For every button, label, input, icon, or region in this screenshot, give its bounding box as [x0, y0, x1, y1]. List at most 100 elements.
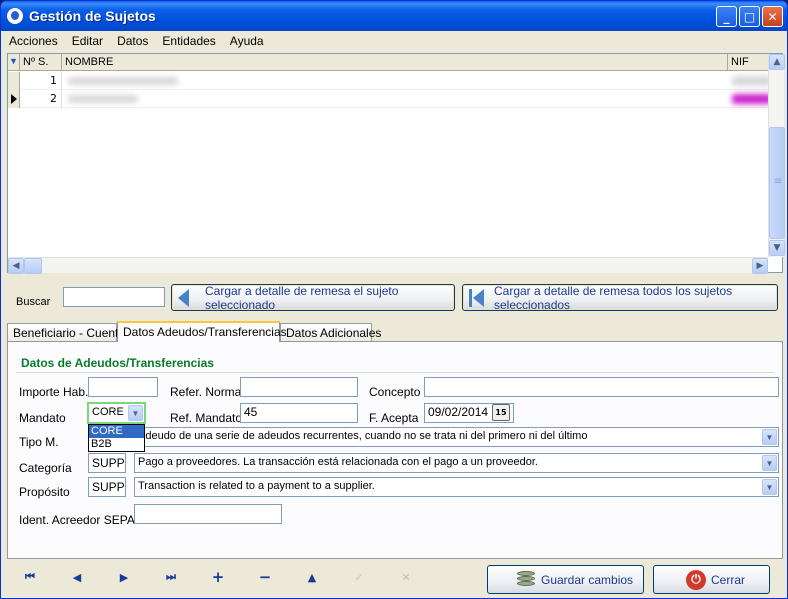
save-button[interactable]: Guardar cambios: [487, 565, 644, 594]
next-record-icon[interactable]: ▶: [112, 567, 136, 587]
tab-datos-adeudos[interactable]: Datos Adeudos/Transferencias: [117, 321, 287, 342]
menu-acciones[interactable]: Acciones: [5, 34, 64, 48]
insert-record-icon[interactable]: +: [206, 567, 230, 587]
arrow-left-icon: [178, 288, 189, 307]
concepto-input[interactable]: [424, 377, 779, 397]
menu-ayuda[interactable]: Ayuda: [226, 34, 270, 48]
tipo-label: Tipo M.: [19, 435, 59, 449]
categoria-label: Categoría: [19, 461, 72, 475]
post-record-icon[interactable]: ✓: [347, 567, 371, 587]
ref-mandato-label: Ref. Mandato: [170, 411, 243, 425]
load-all-label: Cargar a detalle de remesa todos los suj…: [494, 283, 733, 312]
ref-mandato-input[interactable]: 45: [240, 403, 358, 423]
table-row[interactable]: 2: [8, 90, 772, 108]
chevron-down-icon[interactable]: ▼: [762, 429, 777, 445]
row-nif-redacted: [732, 76, 772, 86]
tab-beneficiario[interactable]: Beneficiario - Cuenta: [7, 323, 125, 341]
refer-norma-input[interactable]: [240, 377, 358, 397]
concepto-label: Concepto: [369, 385, 421, 399]
scroll-thumb[interactable]: [769, 127, 785, 239]
tab-datos-adicionales[interactable]: Datos Adicionales: [280, 323, 381, 341]
mandato-option-core[interactable]: CORE: [89, 425, 144, 438]
row-name-redacted: [68, 95, 138, 103]
main-window: Gestión de Sujetos _ □ ✕ Acciones Editar…: [0, 0, 788, 599]
row-nif-redacted: [732, 94, 772, 104]
chevron-down-icon[interactable]: ▼: [128, 405, 143, 421]
first-record-icon[interactable]: ⏮: [18, 567, 42, 587]
maximize-icon: □: [743, 9, 756, 24]
delete-record-icon[interactable]: −: [253, 567, 277, 587]
row-selector[interactable]: [8, 72, 20, 90]
search-input[interactable]: [63, 287, 165, 307]
column-header-nif[interactable]: NIF: [728, 54, 768, 71]
categoria-code[interactable]: SUPP: [88, 453, 126, 473]
chevron-down-icon[interactable]: ▼: [762, 479, 777, 495]
row-number: 1: [20, 72, 62, 90]
column-header-name[interactable]: NOMBRE: [62, 54, 728, 71]
grid-header: ▼ Nº S. NOMBRE NIF: [8, 54, 768, 71]
scroll-up-icon[interactable]: ▲: [769, 54, 785, 70]
section-title: Datos de Adeudos/Transferencias: [21, 356, 214, 370]
scroll-left-icon[interactable]: ◀: [8, 258, 24, 274]
table-row[interactable]: 1: [8, 72, 772, 90]
menu-datos[interactable]: Datos: [113, 34, 154, 48]
load-selected-label: Cargar a detalle de remesa el sujeto sel…: [205, 283, 399, 312]
proposito-select[interactable]: Transaction is related to a payment to a…: [134, 477, 779, 497]
coins-icon: [515, 570, 537, 590]
proposito-value: Transaction is related to a payment to a…: [138, 480, 375, 492]
first-arrow-icon: [469, 288, 484, 307]
search-label: Buscar: [16, 296, 51, 308]
save-label: Guardar cambios: [541, 572, 634, 587]
row-selector-current-icon[interactable]: [8, 90, 20, 108]
minimize-button[interactable]: _: [716, 6, 737, 27]
row-number: 2: [20, 90, 62, 108]
maximize-button[interactable]: □: [739, 6, 760, 27]
f-acepta-label: F. Acepta: [369, 411, 419, 425]
prior-record-icon[interactable]: ◀: [65, 567, 89, 587]
close-icon: ✕: [767, 9, 778, 24]
mandato-label: Mandato: [19, 411, 66, 425]
last-record-icon[interactable]: ⏭: [159, 567, 183, 587]
scroll-right-icon[interactable]: ▶: [752, 258, 768, 274]
edit-record-icon[interactable]: ▲: [300, 567, 324, 587]
tipo-select[interactable]: Adeudo de una serie de adeudos recurrent…: [134, 427, 779, 447]
horizontal-scrollbar[interactable]: ◀ ▶: [8, 257, 768, 274]
menu-editar[interactable]: Editar: [68, 34, 109, 48]
hscroll-thumb[interactable]: [24, 258, 42, 274]
categoria-select[interactable]: Pago a proveedores. La transacción está …: [134, 453, 779, 473]
section-divider: [16, 372, 774, 373]
subjects-grid[interactable]: ▼ Nº S. NOMBRE NIF 1 2 ▲ ▼ ◀ ▶: [7, 53, 785, 274]
scroll-down-icon[interactable]: ▼: [769, 240, 785, 256]
mandato-select[interactable]: CORE ▼: [87, 402, 146, 424]
categoria-value: Pago a proveedores. La transacción está …: [138, 456, 538, 468]
importe-label: Importe Hab.: [19, 385, 89, 399]
window-title: Gestión de Sujetos: [29, 8, 156, 24]
tipo-value: Adeudo de una serie de adeudos recurrent…: [138, 430, 588, 442]
load-all-button[interactable]: Cargar a detalle de remesa todos los suj…: [462, 283, 778, 312]
mandato-dropdown[interactable]: CORE B2B: [88, 424, 145, 452]
vertical-scrollbar[interactable]: ▲ ▼: [768, 54, 785, 257]
chevron-down-icon[interactable]: ▼: [762, 455, 777, 471]
importe-input[interactable]: [88, 377, 158, 397]
proposito-label: Propósito: [19, 485, 70, 499]
menu-bar: Acciones Editar Datos Entidades Ayuda: [1, 31, 787, 51]
close-button[interactable]: ⏻ Cerrar: [653, 565, 770, 594]
close-window-button[interactable]: ✕: [762, 6, 783, 27]
power-icon: ⏻: [686, 569, 706, 590]
cancel-record-icon[interactable]: ✕: [394, 567, 418, 587]
app-icon: [7, 8, 23, 24]
column-header-num[interactable]: Nº S.: [20, 54, 62, 71]
load-selected-button[interactable]: Cargar a detalle de remesa el sujeto sel…: [171, 283, 455, 312]
row-name-redacted: [68, 77, 178, 85]
mandato-value: CORE: [92, 406, 124, 418]
close-label: Cerrar: [711, 572, 746, 587]
ident-acreedor-input[interactable]: [134, 504, 282, 524]
proposito-code[interactable]: SUPP: [88, 477, 126, 497]
column-selector-icon[interactable]: ▼: [8, 54, 20, 71]
menu-entidades[interactable]: Entidades: [158, 34, 221, 48]
calendar-icon[interactable]: 15: [492, 404, 510, 421]
minimize-icon: _: [723, 9, 730, 24]
refer-norma-label: Refer. Norma: [170, 385, 242, 399]
mandato-option-b2b[interactable]: B2B: [89, 438, 144, 451]
title-bar[interactable]: Gestión de Sujetos _ □ ✕: [1, 1, 787, 31]
